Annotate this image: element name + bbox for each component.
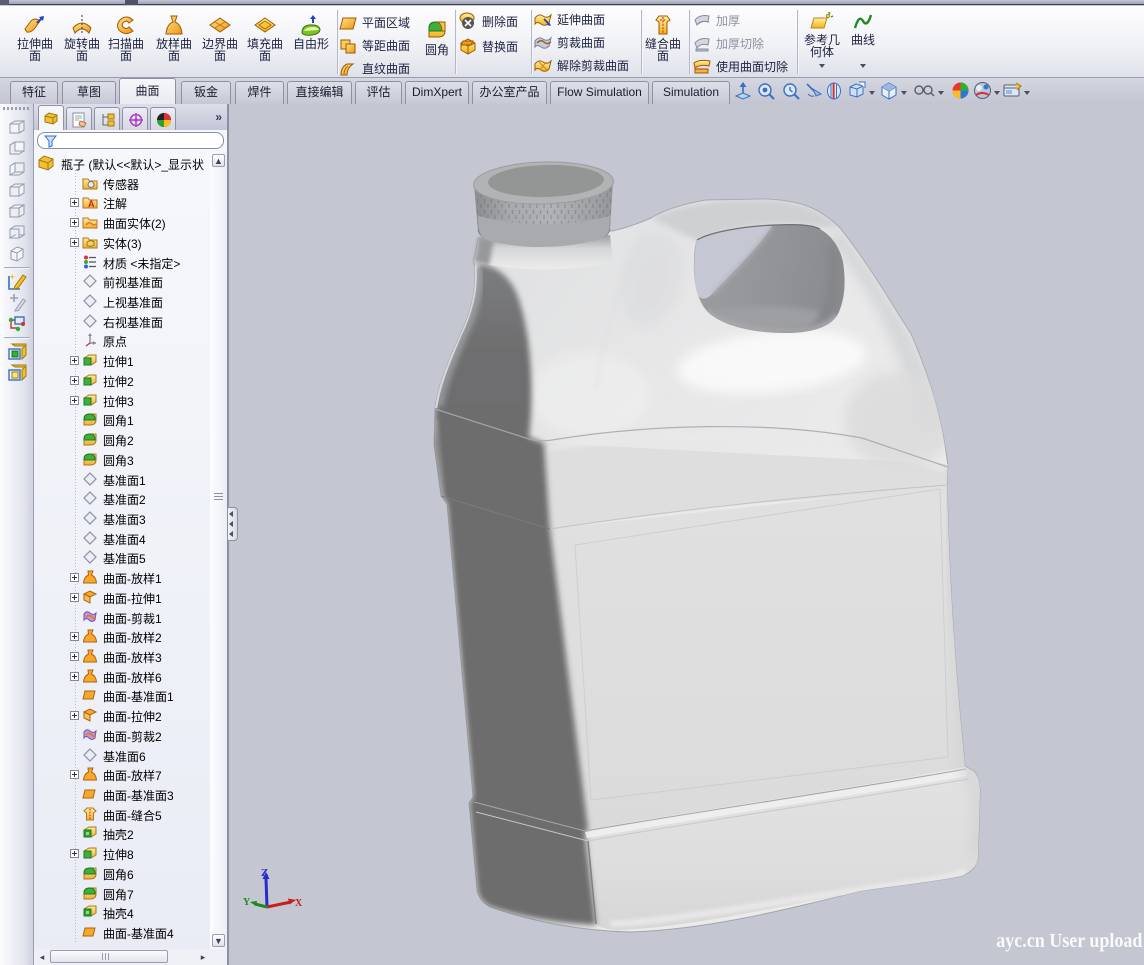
svg-text:Z: Z <box>261 867 268 879</box>
svg-text:Y: Y <box>243 897 251 908</box>
svg-text:X: X <box>295 898 303 909</box>
svg-text:A: A <box>88 199 95 209</box>
